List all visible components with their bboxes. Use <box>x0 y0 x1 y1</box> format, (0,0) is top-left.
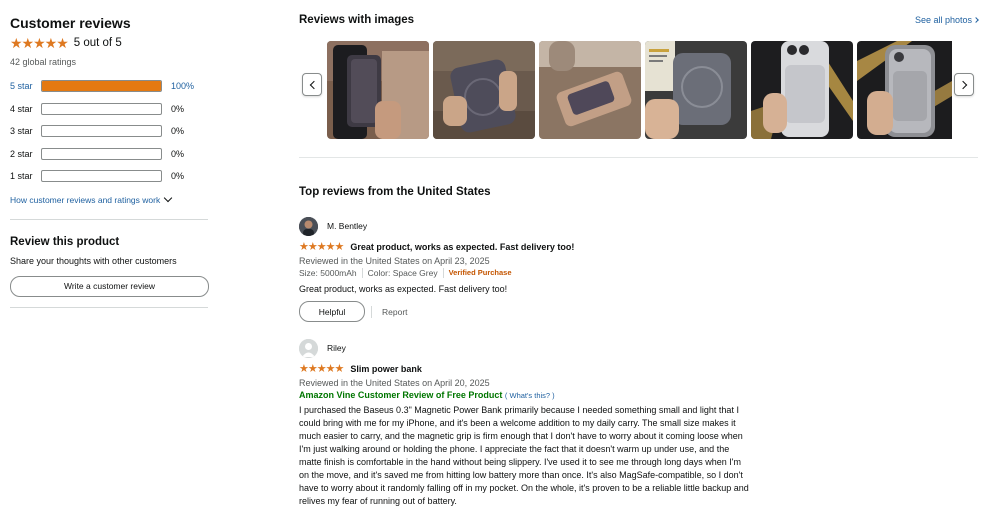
report-link[interactable]: Report <box>371 305 408 318</box>
histogram-bar <box>41 125 162 138</box>
carousel-next-button[interactable] <box>954 73 974 96</box>
avatar <box>299 216 318 236</box>
histogram-label[interactable]: 5 star <box>10 81 41 91</box>
histogram-bar <box>41 147 162 160</box>
vine-review-badge: Amazon Vine Customer Review of Free Prod… <box>299 389 759 402</box>
histogram-row-5-star[interactable]: 5 star 100% <box>10 75 208 98</box>
review-title-row[interactable]: ★★★★★ Slim power bank <box>299 363 759 375</box>
helpful-button[interactable]: Helpful <box>299 301 365 322</box>
see-all-photos-label: See all photos <box>914 15 972 25</box>
variant-color[interactable]: Color: Space Grey <box>368 267 438 279</box>
see-all-photos-link[interactable]: See all photos <box>914 15 979 25</box>
reviewer-profile[interactable]: M. Bentley <box>299 216 759 236</box>
review-this-product-subtitle: Share your thoughts with other customers <box>10 255 177 266</box>
review-item: M. Bentley ★★★★★ Great product, works as… <box>299 216 759 322</box>
histogram-percent: 0% <box>171 103 185 114</box>
chevron-left-icon <box>309 80 319 90</box>
histogram-percent: 0% <box>171 148 185 159</box>
reviews-with-images-title: Reviews with images <box>299 14 415 26</box>
review-date: Reviewed in the United States on April 2… <box>299 256 490 266</box>
photo-power-bank-in-hand-icon[interactable] <box>433 41 535 139</box>
histogram-row-3-star: 3 star 0% <box>10 120 208 143</box>
average-rating[interactable]: ★★★★★ 5 out of 5 <box>10 35 208 51</box>
histogram-label: 2 star <box>10 148 33 159</box>
review-title[interactable]: Great product, works as expected. Fast d… <box>350 242 574 252</box>
customer-reviews-title: Customer reviews <box>10 15 131 31</box>
reviewer-profile[interactable]: Riley <box>299 338 759 358</box>
review-date: Reviewed in the United States on April 2… <box>299 378 490 388</box>
global-ratings-count: 42 global ratings <box>10 57 77 67</box>
top-reviews-title: Top reviews from the United States <box>299 186 491 198</box>
review-body: Great product, works as expected. Fast d… <box>299 284 508 294</box>
histogram-row-1-star: 1 star 0% <box>10 165 208 188</box>
review-this-product-title: Review this product <box>10 235 120 248</box>
histogram-label: 3 star <box>10 126 33 137</box>
histogram-bar <box>41 102 162 115</box>
review-title-row[interactable]: ★★★★★ Great product, works as expected. … <box>299 241 759 253</box>
how-reviews-work-link[interactable]: How customer reviews and ratings work <box>10 193 208 205</box>
photo-power-bank-on-phone-icon[interactable] <box>327 41 429 139</box>
histogram-row-4-star: 4 star 0% <box>10 98 208 121</box>
review-body: I purchased the Baseus 0.3" Magnetic Pow… <box>299 405 749 506</box>
divider <box>10 218 208 220</box>
verified-purchase-badge: Verified Purchase <box>448 268 512 277</box>
histogram-row-2-star: 2 star 0% <box>10 143 208 166</box>
rating-histogram: 5 star 100% 4 star 0% 3 star 0% 2 star 0… <box>10 75 208 188</box>
separator <box>361 268 363 278</box>
review-stars-icon: ★★★★★ <box>299 240 344 253</box>
histogram-label: 4 star <box>10 103 33 114</box>
write-review-button[interactable]: Write a customer review <box>10 275 209 297</box>
how-reviews-work-label: How customer reviews and ratings work <box>10 194 161 205</box>
rating-out-of: 5 out of 5 <box>73 37 122 49</box>
rating-stars-icon: ★★★★★ <box>10 35 69 51</box>
carousel-prev-button[interactable] <box>302 73 322 96</box>
review-variant-info: Size: 5000mAh Color: Space Grey Verified… <box>299 267 759 279</box>
reviews-summary-panel: Customer reviews ★★★★★ 5 out of 5 42 glo… <box>10 14 209 308</box>
chevron-down-icon <box>163 193 173 203</box>
separator <box>442 268 444 278</box>
histogram-percent: 0% <box>171 171 185 182</box>
review-title[interactable]: Slim power bank <box>350 364 422 374</box>
avatar-placeholder-icon <box>299 338 318 358</box>
reviewer-name: Riley <box>327 343 346 353</box>
chevron-right-icon <box>958 80 968 90</box>
review-actions: Helpful Report <box>299 301 759 322</box>
photo-power-bank-clear-case-icon[interactable] <box>857 41 952 139</box>
review-stars-icon: ★★★★★ <box>299 362 344 375</box>
photo-power-bank-side-icon[interactable] <box>539 41 641 139</box>
divider <box>10 306 208 308</box>
histogram-bar-fill <box>42 81 161 92</box>
histogram-bar[interactable] <box>41 80 162 93</box>
histogram-percent: 0% <box>171 126 185 137</box>
variant-size[interactable]: Size: 5000mAh <box>299 267 357 279</box>
reviewer-name: M. Bentley <box>327 221 368 231</box>
vine-label: Amazon Vine Customer Review of Free Prod… <box>299 390 503 400</box>
review-images-carousel <box>327 41 952 139</box>
photo-power-bank-with-box-icon[interactable] <box>645 41 747 139</box>
chevron-right-icon <box>973 17 979 23</box>
histogram-label: 1 star <box>10 171 33 182</box>
histogram-bar <box>41 170 162 183</box>
histogram-percent[interactable]: 100% <box>171 81 194 91</box>
photo-power-bank-silver-icon[interactable] <box>751 41 853 139</box>
review-item: Riley ★★★★★ Slim power bank Reviewed in … <box>299 338 759 508</box>
divider <box>299 157 978 158</box>
whats-this-link[interactable]: ( What's this? ) <box>505 391 555 400</box>
